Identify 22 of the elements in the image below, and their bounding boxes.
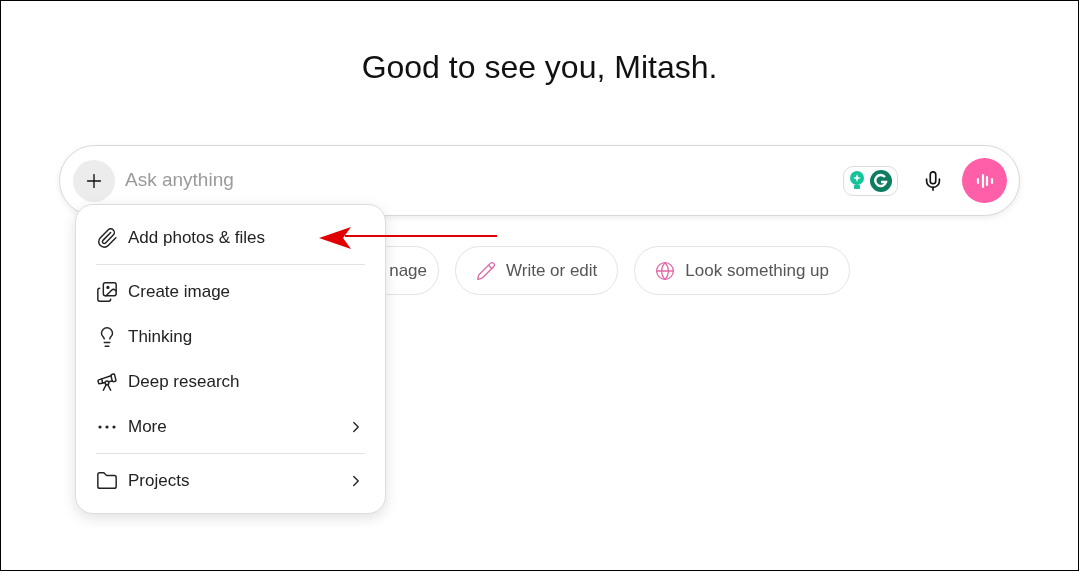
menu-item[interactable]: Projects [96, 458, 365, 503]
lightbulb-icon [848, 169, 866, 192]
paperclip-icon [96, 226, 118, 249]
pencil-icon [476, 260, 496, 281]
globe-icon [655, 260, 676, 281]
menu-item[interactable]: Thinking [96, 314, 365, 359]
add-button[interactable] [73, 159, 115, 202]
waveform-icon [974, 171, 995, 190]
g-logo-icon [869, 168, 893, 193]
menu-item[interactable]: Add photos & files [96, 215, 365, 260]
ask-field[interactable]: Ask anything [59, 145, 1020, 216]
ellipsis-icon [98, 424, 116, 429]
folder-icon [96, 469, 118, 492]
images-icon [96, 280, 118, 303]
menu-item[interactable]: More [96, 404, 365, 449]
voice-button[interactable] [962, 158, 1007, 203]
grammarly-widget[interactable] [843, 165, 898, 196]
menu-item[interactable]: Create image [96, 269, 365, 314]
greeting-heading: Good to see you, Mitash. [361, 48, 718, 87]
telescope-icon [96, 370, 118, 393]
ask-input[interactable]: Ask anything [125, 166, 843, 195]
menu-item[interactable]: Deep research [96, 359, 365, 404]
